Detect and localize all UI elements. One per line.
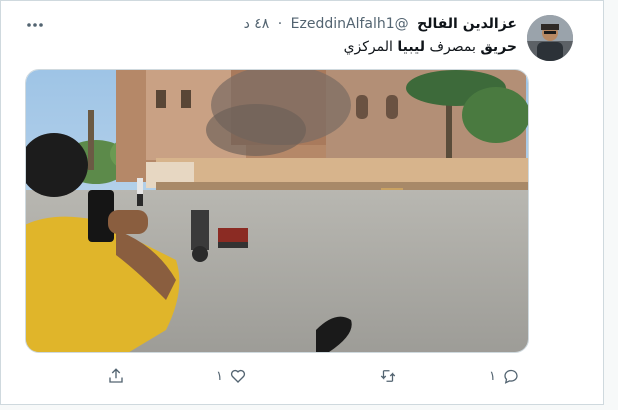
retweet-button[interactable] <box>373 367 397 385</box>
share-icon <box>109 368 123 383</box>
tweet-text: حريق بمصرف ليبيا المركزي <box>37 39 517 55</box>
avatar-image <box>527 15 573 61</box>
tweet-text-part-1: بمصرف <box>425 39 481 55</box>
tweet-card[interactable]: عزالدين الفالح @EzeddinAlfalh1 · ٤٨ د حر… <box>0 0 604 405</box>
reply-icon <box>504 369 518 384</box>
more-options-button[interactable] <box>25 15 45 39</box>
like-count: ١ <box>216 368 223 384</box>
tweet-header: عزالدين الفالح @EzeddinAlfalh1 · ٤٨ د <box>37 16 517 38</box>
more-horizontal-icon <box>27 23 43 27</box>
tweet-text-bold-2: ليبيا <box>397 39 426 55</box>
author-name[interactable]: عزالدين الفالح <box>417 16 517 32</box>
retweet-icon <box>380 370 396 382</box>
tweet-action-bar: ١ ١ <box>1 363 605 393</box>
tweet-text-part-2: المركزي <box>343 39 398 55</box>
separator-dot: · <box>277 16 283 32</box>
heart-icon <box>230 369 246 383</box>
reply-count: ١ <box>489 368 496 384</box>
avatar[interactable] <box>527 15 573 61</box>
author-handle[interactable]: @EzeddinAlfalh1 <box>291 16 409 32</box>
media-photo <box>26 70 528 352</box>
share-button[interactable] <box>101 367 125 385</box>
reply-button[interactable]: ١ <box>489 367 520 385</box>
tweet-text-bold-1: حريق <box>480 39 517 55</box>
tweet-timestamp[interactable]: ٤٨ د <box>244 16 270 32</box>
tweet-media[interactable] <box>25 69 529 353</box>
like-button[interactable]: ١ <box>216 367 247 385</box>
